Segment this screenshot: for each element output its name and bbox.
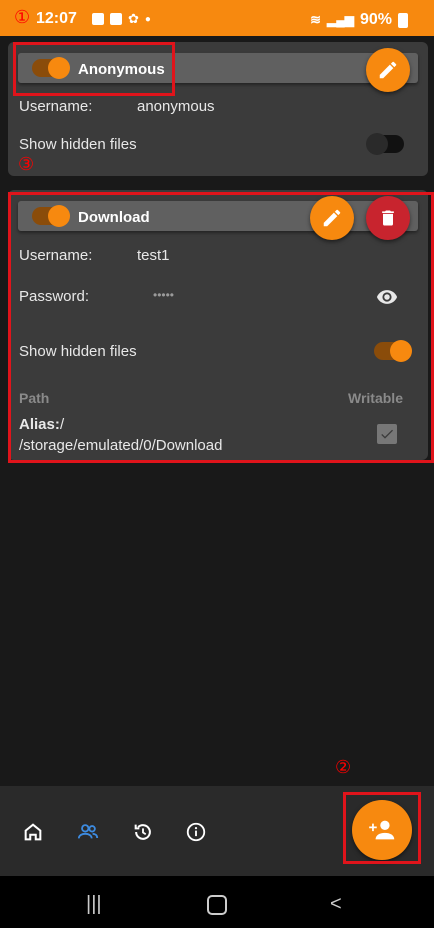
account-title: Download (78, 209, 150, 226)
system-nav-bar: ||| < (0, 876, 434, 928)
trash-icon (382, 210, 394, 226)
recents-icon[interactable]: ||| (86, 893, 102, 916)
path-header: Path (19, 390, 50, 406)
path-value: /storage/emulated/0/Download (19, 437, 223, 454)
username-label: Username: (19, 247, 93, 264)
home-circle-icon[interactable] (207, 895, 227, 915)
settings-icon: ✿ (128, 11, 139, 26)
annotation-3: ③ (18, 154, 35, 175)
show-hidden-toggle[interactable] (374, 340, 412, 362)
alias-label: Alias: (19, 416, 60, 433)
show-hidden-label: Show hidden files (19, 343, 137, 360)
history-icon[interactable] (131, 820, 155, 844)
status-bar: 12:07 ✿ ● ≋ ▂▄▆ 90% (0, 0, 434, 36)
account-enable-toggle[interactable] (32, 57, 70, 79)
home-icon[interactable] (21, 820, 45, 844)
username-label: Username: (19, 98, 93, 115)
dot-icon: ● (144, 13, 151, 25)
add-user-button[interactable] (352, 800, 412, 860)
password-label: Password: (19, 288, 90, 305)
notification-icon (92, 13, 104, 25)
wifi-icon: ≋ (310, 12, 321, 27)
writable-checkbox[interactable] (377, 424, 397, 444)
status-time: 12:07 (36, 10, 77, 27)
signal-icon: ▂▄▆ (327, 13, 354, 27)
gallery-icon (110, 13, 122, 25)
account-card-anonymous: Anonymous Username: anonymous Show hidde… (8, 42, 428, 176)
back-icon[interactable]: < (330, 893, 342, 916)
edit-button[interactable] (366, 48, 410, 92)
pencil-icon (379, 61, 397, 79)
annotation-1: ① (14, 7, 31, 28)
password-value: ••••• (153, 288, 175, 302)
account-card-download: Download Username: test1 Password: •••••… (8, 190, 428, 460)
username-value: test1 (137, 247, 170, 264)
battery-icon (398, 12, 408, 28)
show-hidden-toggle[interactable] (366, 133, 404, 155)
bottom-app-bar (0, 786, 434, 876)
show-hidden-label: Show hidden files (19, 136, 137, 153)
edit-button[interactable] (310, 196, 354, 240)
check-icon (381, 429, 393, 439)
users-icon[interactable] (76, 820, 100, 844)
delete-button[interactable] (366, 196, 410, 240)
info-icon[interactable] (184, 820, 208, 844)
battery-level: 90% (359, 11, 392, 28)
annotation-2: ② (335, 757, 352, 778)
account-enable-toggle[interactable] (32, 205, 70, 227)
show-password-eye-icon[interactable] (374, 286, 400, 313)
alias-value: / (60, 416, 65, 433)
account-title: Anonymous (78, 61, 165, 78)
add-person-icon (369, 820, 395, 840)
pencil-icon (323, 209, 341, 227)
writable-header: Writable (348, 390, 403, 406)
username-value: anonymous (137, 98, 215, 115)
